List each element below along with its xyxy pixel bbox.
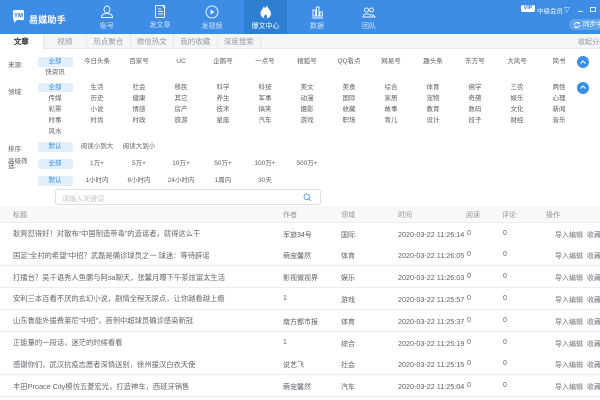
svg-text:YM: YM <box>14 14 23 20</box>
